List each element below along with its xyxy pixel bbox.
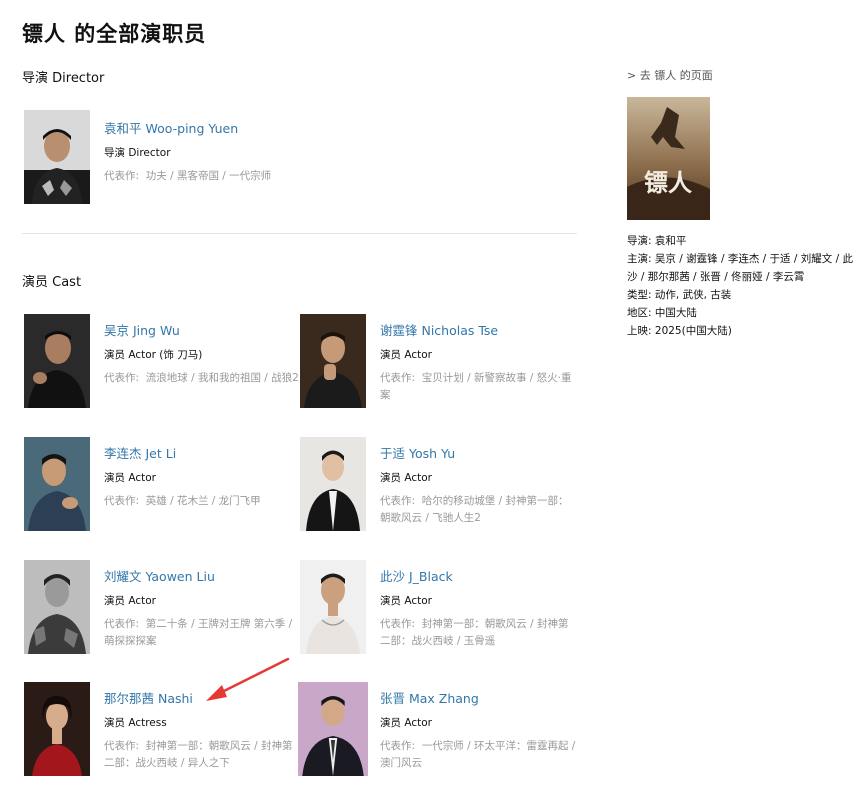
cast-photo[interactable] xyxy=(300,437,366,531)
cast-photo[interactable] xyxy=(24,560,90,654)
info-key: 类型: xyxy=(627,289,652,301)
cast-section-title: 演员 Cast xyxy=(22,275,82,290)
director-role: 导演 Director xyxy=(104,147,171,159)
info-region: 地区: 中国大陆 xyxy=(627,304,859,322)
info-key: 导演: xyxy=(627,235,652,247)
cast-name-link[interactable]: 此沙 J_Black xyxy=(380,566,580,585)
annotation-arrow-icon xyxy=(206,657,290,701)
cast-works: 代表作: 哈尔的移动城堡 / 封神第一部：朝歌风云 / 飞驰人生2 xyxy=(380,493,578,527)
director-card: 袁和平 Woo-ping Yuen 导演 Director 代表作: 功夫 / … xyxy=(24,110,299,210)
cast-name-link[interactable]: 于适 Yosh Yu xyxy=(380,443,580,462)
info-key: 上映: xyxy=(627,325,652,337)
works-label: 代表作: xyxy=(380,740,416,752)
info-stars: 主演: 吴京 / 谢霆锋 / 李连杰 / 于适 / 刘耀文 / 此沙 / 那尔那… xyxy=(627,250,859,286)
cast-card: 刘耀文 Yaowen Liu 演员 Actor 代表作: 第二十条 / 王牌对王… xyxy=(24,560,299,660)
info-value[interactable]: 袁和平 xyxy=(655,235,687,247)
cast-photo[interactable] xyxy=(300,314,366,408)
cast-role: 演员 Actor xyxy=(380,717,432,729)
cast-card: 吴京 Jing Wu 演员 Actor (饰 刀马) 代表作: 流浪地球 / 我… xyxy=(24,314,299,414)
cast-photo[interactable] xyxy=(298,682,368,776)
works-label: 代表作: xyxy=(104,372,140,384)
works-label: 代表作: xyxy=(380,618,416,630)
info-value[interactable]: 吴京 / 谢霆锋 / 李连杰 / 于适 / 刘耀文 / 此沙 / 那尔那茜 / … xyxy=(627,253,853,283)
cast-photo[interactable] xyxy=(24,314,90,408)
works-links[interactable]: 英雄 / 花木兰 / 龙门飞甲 xyxy=(146,495,261,507)
go-to-movie-page-text[interactable]: > 去 镖人 的页面 xyxy=(627,69,713,82)
cast-name-link[interactable]: 刘耀文 Yaowen Liu xyxy=(104,566,304,585)
poster-title: 镖人 xyxy=(644,168,692,197)
cast-card: 于适 Yosh Yu 演员 Actor 代表作: 哈尔的移动城堡 / 封神第一部… xyxy=(300,437,575,537)
info-value: 中国大陆 xyxy=(654,307,697,319)
info-key: 地区: xyxy=(627,307,652,319)
section-divider xyxy=(22,233,577,234)
movie-info: 导演: 袁和平 主演: 吴京 / 谢霆锋 / 李连杰 / 于适 / 刘耀文 / … xyxy=(627,232,859,340)
works-label: 代表作: xyxy=(104,495,140,507)
cast-works: 代表作: 封神第一部：朝歌风云 / 封神第二部：战火西岐 / 玉骨遥 xyxy=(380,616,578,650)
info-value: 2025(中国大陆) xyxy=(654,325,732,337)
cast-card: 李连杰 Jet Li 演员 Actor 代表作: 英雄 / 花木兰 / 龙门飞甲 xyxy=(24,437,299,537)
cast-works: 代表作: 封神第一部：朝歌风云 / 封神第二部：战火西岐 / 异人之下 xyxy=(104,738,302,772)
cast-works: 代表作: 一代宗师 / 环太平洋：雷霆再起 / 澳门风云 xyxy=(380,738,578,772)
cast-card: 张晋 Max Zhang 演员 Actor 代表作: 一代宗师 / 环太平洋：雷… xyxy=(298,682,575,782)
works-links[interactable]: 流浪地球 / 我和我的祖国 / 战狼2 xyxy=(146,372,299,384)
cast-name-link[interactable]: 吴京 Jing Wu xyxy=(104,320,304,339)
work-link[interactable]: 黑客帝国 xyxy=(177,170,219,182)
director-works: 代表作: 功夫 / 黑客帝国 / 一代宗师 xyxy=(104,170,272,182)
cast-role: 演员 Actress xyxy=(104,717,167,729)
works-label: 代表作: xyxy=(380,372,416,384)
cast-photo[interactable] xyxy=(24,682,90,776)
cast-works: 代表作: 流浪地球 / 我和我的祖国 / 战狼2 xyxy=(104,370,302,387)
info-genre: 类型: 动作, 武侠, 古装 xyxy=(627,286,859,304)
cast-role: 演员 Actor xyxy=(380,595,432,607)
director-section-title: 导演 Director xyxy=(22,71,105,86)
director-name-link[interactable]: 袁和平 Woo-ping Yuen xyxy=(104,118,304,137)
cast-name-link[interactable]: 谢霆锋 Nicholas Tse xyxy=(380,320,580,339)
cast-works: 代表作: 英雄 / 花木兰 / 龙门飞甲 xyxy=(104,493,302,510)
cast-card: 谢霆锋 Nicholas Tse 演员 Actor 代表作: 宝贝计划 / 新警… xyxy=(300,314,575,414)
info-value: 动作, 武侠, 古装 xyxy=(654,289,732,301)
cast-works: 代表作: 宝贝计划 / 新警察故事 / 怒火·重案 xyxy=(380,370,578,404)
work-link[interactable]: 功夫 xyxy=(146,170,167,182)
cast-role: 演员 Actor (饰 刀马) xyxy=(104,349,203,361)
cast-photo[interactable] xyxy=(300,560,366,654)
cast-name-link[interactable]: 李连杰 Jet Li xyxy=(104,443,304,462)
works-label: 代表作: xyxy=(380,495,416,507)
info-director: 导演: 袁和平 xyxy=(627,232,859,250)
director-photo[interactable] xyxy=(24,110,90,204)
cast-works: 代表作: 第二十条 / 王牌对王牌 第六季 / 萌探探探案 xyxy=(104,616,302,650)
page-title: 镖人 的全部演职员 xyxy=(22,22,207,46)
works-label: 代表作: xyxy=(104,170,140,182)
info-key: 主演: xyxy=(627,253,652,265)
works-label: 代表作: xyxy=(104,740,140,752)
cast-role: 演员 Actor xyxy=(380,349,432,361)
cast-role: 演员 Actor xyxy=(104,472,156,484)
cast-card: 此沙 J_Black 演员 Actor 代表作: 封神第一部：朝歌风云 / 封神… xyxy=(300,560,575,660)
works-label: 代表作: xyxy=(104,618,140,630)
cast-name-link[interactable]: 张晋 Max Zhang xyxy=(380,688,580,707)
cast-role: 演员 Actor xyxy=(380,472,432,484)
info-release: 上映: 2025(中国大陆) xyxy=(627,322,859,340)
cast-role: 演员 Actor xyxy=(104,595,156,607)
go-to-movie-page-link[interactable]: > 去 镖人 的页面 xyxy=(627,67,713,83)
movie-poster[interactable]: 镖人 xyxy=(627,97,710,220)
cast-photo[interactable] xyxy=(24,437,90,531)
work-link[interactable]: 一代宗师 xyxy=(229,170,271,182)
